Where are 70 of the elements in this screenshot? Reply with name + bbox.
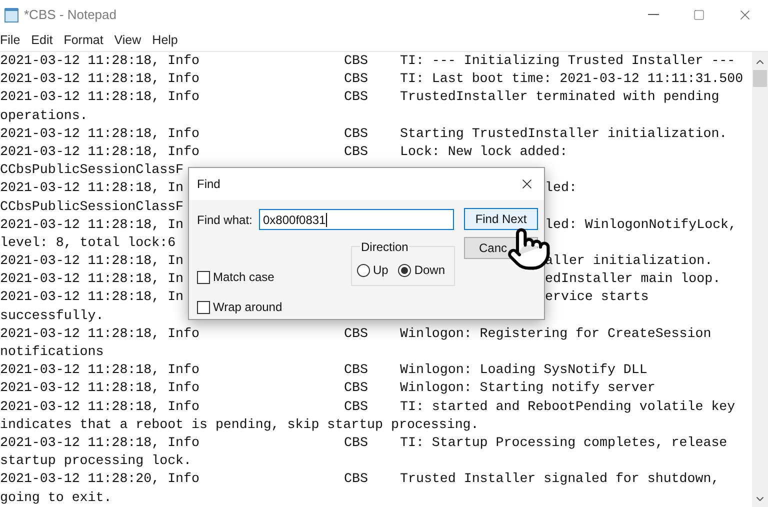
log-source: CBS xyxy=(344,379,369,398)
log-source: CBS xyxy=(344,434,369,452)
log-source: CBS xyxy=(344,361,369,380)
direction-radio[interactable]: Down xyxy=(398,261,446,279)
direction-radio[interactable]: Up xyxy=(357,261,388,279)
log-text: operations. xyxy=(0,108,88,123)
log-source: CBS xyxy=(344,124,369,143)
log-text: CCbsPublicSessionClassF xyxy=(0,162,184,178)
log-message: TI: started and RebootPending volatile key xyxy=(400,398,736,416)
maximize-icon xyxy=(693,8,705,20)
log-time: 2021-03-12 11:28:18, Info xyxy=(0,88,200,106)
menu-item[interactable]: Edit xyxy=(28,30,56,50)
log-source: CBS xyxy=(344,470,369,488)
log-source: CBS xyxy=(344,70,369,88)
log-text: level: 8, total lock:6 xyxy=(0,234,176,250)
log-text: 2021-03-12 11:28:18, In xyxy=(0,289,184,304)
log-time: 2021-03-12 11:28:18, Info xyxy=(0,361,200,380)
window-title: *CBS - Notepad xyxy=(24,6,116,24)
log-message: Lock: New lock added: xyxy=(400,142,569,161)
find-what-label: Find what: xyxy=(197,212,252,229)
dialog-title: Find xyxy=(197,176,220,193)
minimize-icon xyxy=(648,14,658,15)
log-time: 2021-03-12 11:28:18, Info xyxy=(0,324,200,343)
log-text: successfully. xyxy=(0,308,104,323)
log-source: CBS xyxy=(344,142,369,161)
menu-item[interactable]: Format xyxy=(60,30,106,50)
log-message: TI: Startup Processing completes, release xyxy=(400,434,728,452)
log-time: 2021-03-12 11:28:20, Info xyxy=(0,470,200,488)
log-source: CBS xyxy=(344,398,369,416)
log-text: led: xyxy=(545,180,577,196)
log-text: indicates that a reboot is pending, skip startup processing. xyxy=(0,416,479,432)
log-source: CBS xyxy=(344,52,369,70)
menu-item[interactable]: File xyxy=(0,30,24,50)
log-time: 2021-03-12 11:28:18, Info xyxy=(0,70,200,88)
find-what-field[interactable]: 0x800f0831 xyxy=(259,209,454,230)
log-time: 2021-03-12 11:28:18, Info xyxy=(0,379,200,398)
log-message: TI: --- Initializing Trusted Installer --- xyxy=(400,52,736,70)
find-next-button[interactable]: Find Next xyxy=(464,208,538,230)
log-text: ervice starts xyxy=(545,289,649,304)
log-text: 2021-03-12 11:28:18, In xyxy=(0,180,184,196)
notepad-icon xyxy=(4,6,19,22)
scrollbar[interactable] xyxy=(752,52,768,507)
log-time: 2021-03-12 11:28:18, Info xyxy=(0,142,200,161)
menu-item[interactable]: Help xyxy=(149,30,181,50)
log-message: TrustedInstaller terminated with pending xyxy=(400,88,720,106)
log-message: Winlogon: Loading SysNotify DLL xyxy=(400,361,648,380)
log-text: going to exit. xyxy=(0,490,112,504)
menu-item[interactable]: View xyxy=(111,30,144,50)
log-text: 2021-03-12 11:28:18, In xyxy=(0,271,184,286)
log-message: Starting TrustedInstaller initialization. xyxy=(400,124,728,143)
log-time: 2021-03-12 11:28:18, Info xyxy=(0,124,200,143)
log-text: 2021-03-12 11:28:18, In xyxy=(0,216,184,232)
log-message: Trusted Installer signaled for shutdown, xyxy=(400,470,720,488)
log-time: 2021-03-12 11:28:18, Info xyxy=(0,52,200,70)
log-time: 2021-03-12 11:28:18, Info xyxy=(0,434,200,452)
log-message: Winlogon: Starting notify server xyxy=(400,379,656,398)
log-source: CBS xyxy=(344,324,369,343)
log-text: 2021-03-12 11:28:18, In xyxy=(0,253,184,268)
scroll-thumb[interactable] xyxy=(753,70,767,87)
checkbox[interactable]: Match case xyxy=(197,268,282,286)
log-source: CBS xyxy=(344,88,369,106)
log-text: edInstaller main loop. xyxy=(545,271,721,286)
log-message: TI: Last boot time: 2021-03-12 11:11:31.500 xyxy=(400,70,744,88)
log-time: 2021-03-12 11:28:18, Info xyxy=(0,398,200,416)
checkbox[interactable]: Wrap around xyxy=(197,298,282,316)
log-text: notifications xyxy=(0,344,104,359)
log-text: startup processing lock. xyxy=(0,453,192,468)
log-text: led: WinlogonNotifyLock, xyxy=(545,216,737,232)
log-message: Winlogon: Registering for CreateSession xyxy=(400,324,712,343)
log-text: CCbsPublicSessionClassF xyxy=(0,198,184,214)
